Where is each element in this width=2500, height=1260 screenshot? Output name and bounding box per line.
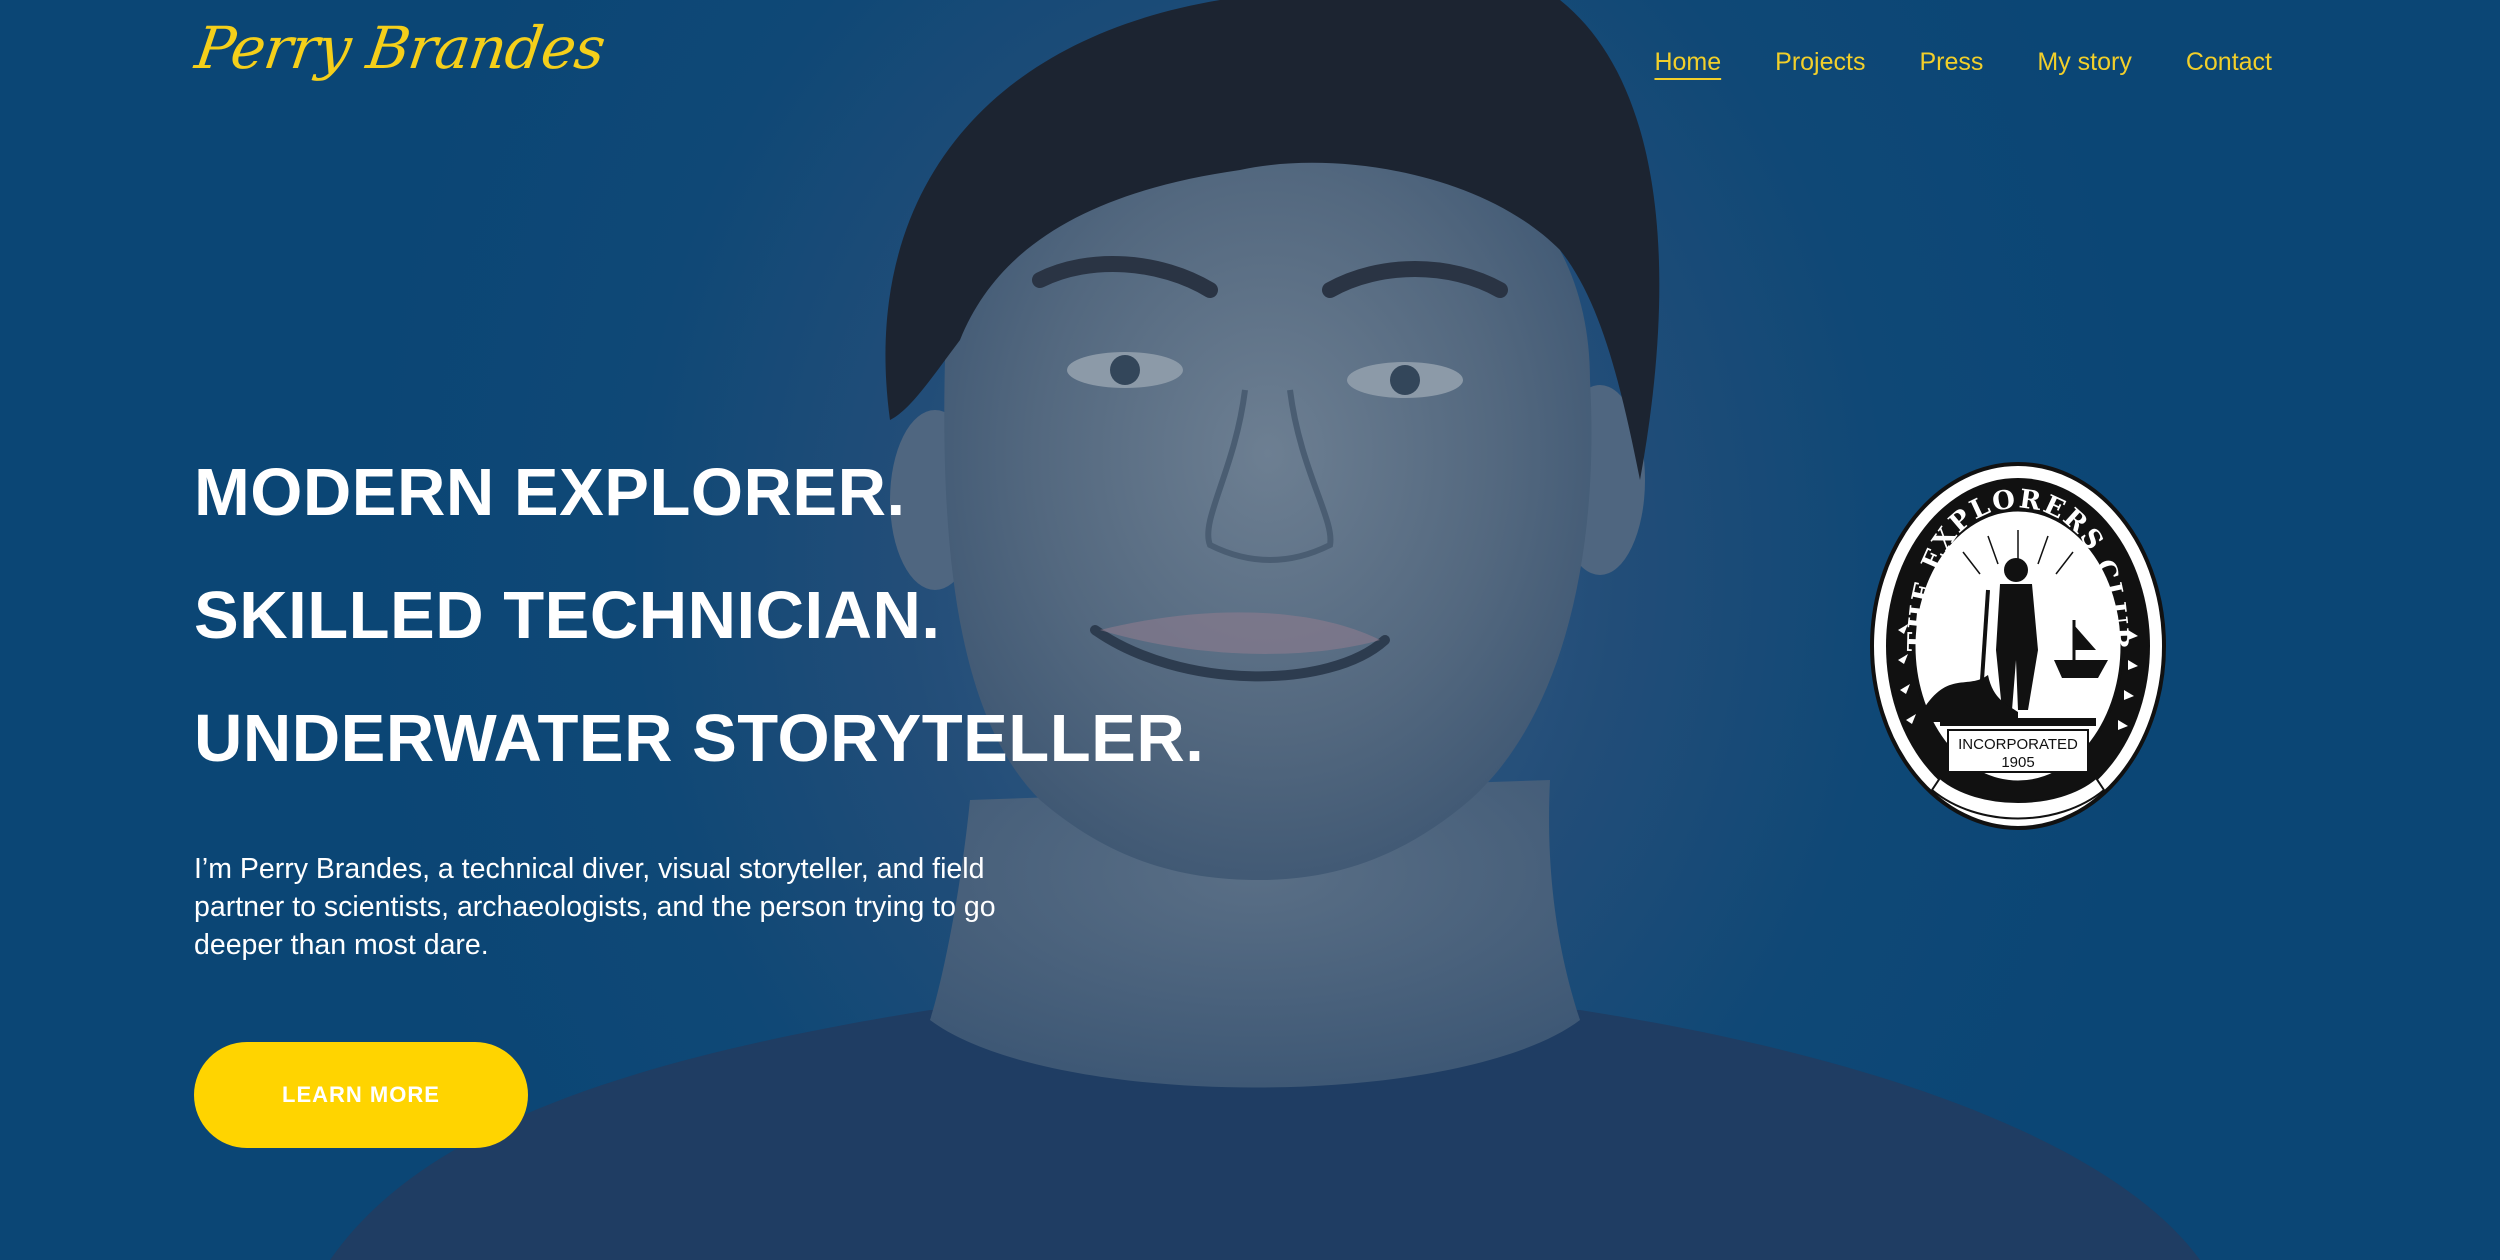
nav-item-my-story[interactable]: My story: [2037, 48, 2131, 77]
learn-more-button[interactable]: LEARN MORE: [194, 1042, 528, 1148]
nav-item-press[interactable]: Press: [1919, 48, 1983, 77]
headline-line-2: SKILLED TECHNICIAN.: [194, 578, 941, 653]
headline-line-3: UNDERWATER STORYTELLER.: [194, 701, 1205, 776]
brand-logo[interactable]: Perry Brandes: [191, 14, 608, 82]
nav-item-home[interactable]: Home: [1654, 48, 1721, 77]
main-nav: Home Projects Press My story Contact: [1654, 48, 2272, 77]
headline-line-1: MODERN EXPLORER.: [194, 455, 906, 530]
intro-paragraph: I’m Perry Brandes, a technical diver, vi…: [194, 853, 996, 961]
nav-item-projects[interactable]: Projects: [1775, 48, 1865, 77]
seal-incorporated-text: INCORPORATED: [1958, 736, 2078, 753]
nav-item-contact[interactable]: Contact: [2186, 48, 2272, 77]
explorers-club-seal-icon: THE EXPLORERS CLUB INCORPORATED 1905: [1870, 462, 2166, 830]
seal-year-text: 1905: [2001, 754, 2034, 771]
hero-section: Perry Brandes Home Projects Press My sto…: [0, 0, 2500, 1260]
